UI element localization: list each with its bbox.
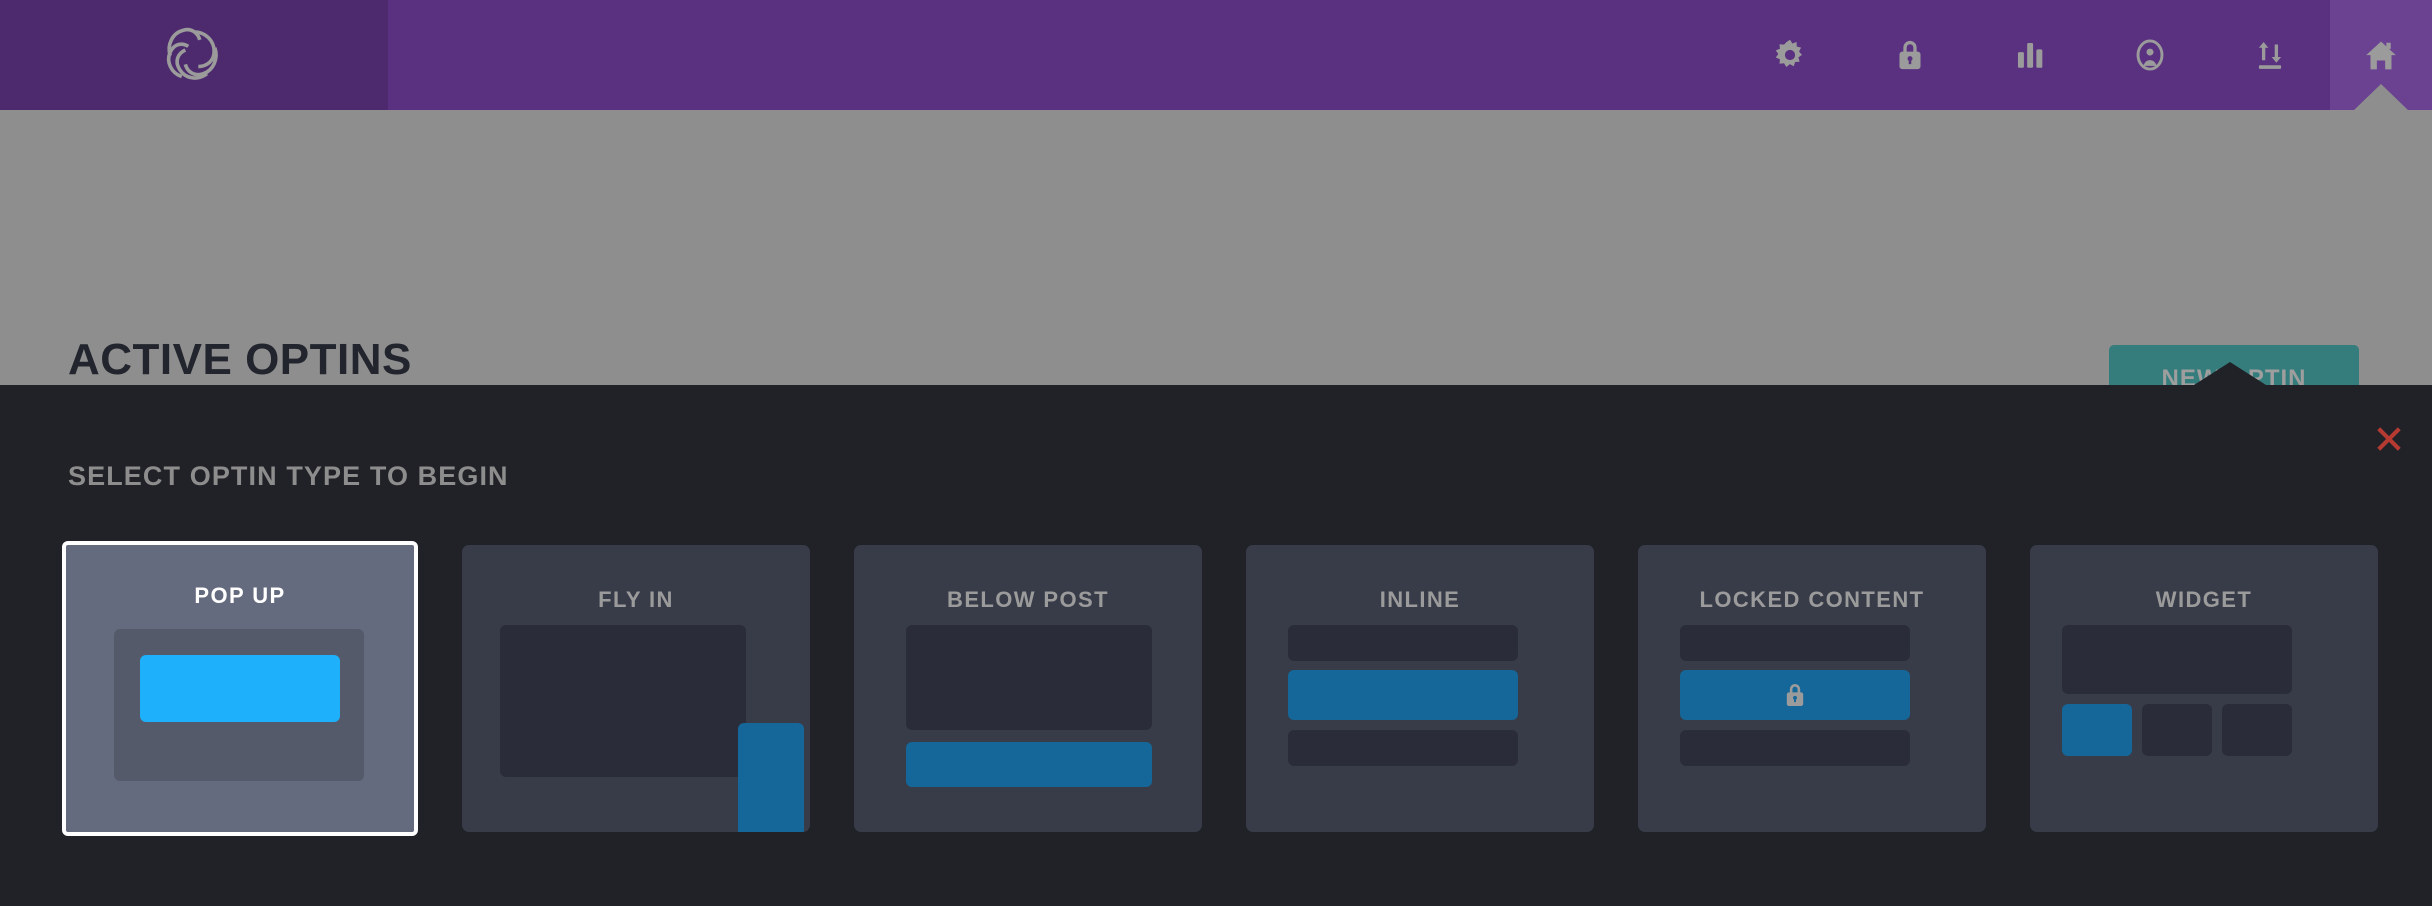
locked-content-bottom — [1680, 730, 1910, 766]
nav-item-import-export[interactable] — [2210, 0, 2330, 110]
nav-item-settings[interactable] — [1730, 0, 1850, 110]
widget-slot-three — [2222, 704, 2292, 756]
gear-icon — [1772, 37, 1808, 73]
optin-card-below-post[interactable]: BELOW POST — [854, 545, 1202, 832]
inline-content-bottom — [1288, 730, 1518, 766]
optin-card-label: WIDGET — [2155, 587, 2253, 612]
widget-slot-active — [2062, 704, 2132, 756]
optin-card-label: POP UP — [194, 583, 286, 608]
widget-slot-two — [2142, 704, 2212, 756]
optin-type-card-row: POP UP FLY IN BELOW POST INLINE LOCKED C… — [62, 541, 2378, 845]
optin-card-inline[interactable]: INLINE — [1246, 545, 1594, 832]
locked-form-preview — [1680, 670, 1910, 720]
close-panel-button[interactable] — [2372, 423, 2406, 457]
lock-icon — [1893, 37, 1927, 73]
optin-card-label: INLINE — [1379, 587, 1461, 612]
flyin-screen-preview — [500, 625, 746, 777]
rosette-logo-icon — [158, 19, 230, 91]
page-title: ACTIVE OPTINS — [68, 335, 412, 384]
popup-modal-preview — [140, 655, 340, 722]
top-header-bar — [0, 0, 2432, 111]
home-icon — [2363, 38, 2399, 72]
belowpost-content-preview — [906, 625, 1152, 730]
locked-content-top — [1680, 625, 1910, 661]
inline-content-top — [1288, 625, 1518, 661]
optin-card-locked-content[interactable]: LOCKED CONTENT — [1638, 545, 1986, 832]
lock-icon — [1680, 670, 1910, 720]
panel-heading: SELECT OPTIN TYPE TO BEGIN — [68, 461, 509, 491]
app-root: ACTIVE OPTINS NEW OPTIN SELECT OPTIN TYP… — [0, 0, 2432, 906]
nav-item-account[interactable] — [2090, 0, 2210, 110]
nav-item-locked[interactable] — [1850, 0, 1970, 110]
widget-content-preview — [2062, 625, 2292, 694]
panel-pointer-triangle — [2194, 362, 2266, 385]
nav-item-statistics[interactable] — [1970, 0, 2090, 110]
account-icon — [2132, 36, 2168, 74]
nav-item-home[interactable] — [2330, 0, 2432, 111]
bar-chart-icon — [2013, 38, 2047, 72]
optin-card-label: LOCKED CONTENT — [1699, 587, 1925, 612]
logo-block[interactable] — [0, 0, 388, 110]
close-x-icon — [2373, 423, 2405, 458]
header-spacer — [388, 0, 1730, 110]
optin-card-popup[interactable]: POP UP — [62, 541, 418, 836]
optin-card-label: FLY IN — [598, 587, 674, 612]
subheader-region: ACTIVE OPTINS NEW OPTIN — [0, 110, 2432, 413]
import-export-icon — [2253, 37, 2287, 73]
active-tab-notch — [2353, 84, 2409, 111]
header-nav — [1730, 0, 2432, 111]
optin-card-widget[interactable]: WIDGET — [2030, 545, 2378, 832]
optin-card-label: BELOW POST — [947, 587, 1109, 612]
belowpost-form-preview — [906, 742, 1152, 787]
inline-form-preview — [1288, 670, 1518, 720]
optin-card-flyin[interactable]: FLY IN — [462, 545, 810, 832]
flyin-panel-preview — [738, 723, 804, 832]
